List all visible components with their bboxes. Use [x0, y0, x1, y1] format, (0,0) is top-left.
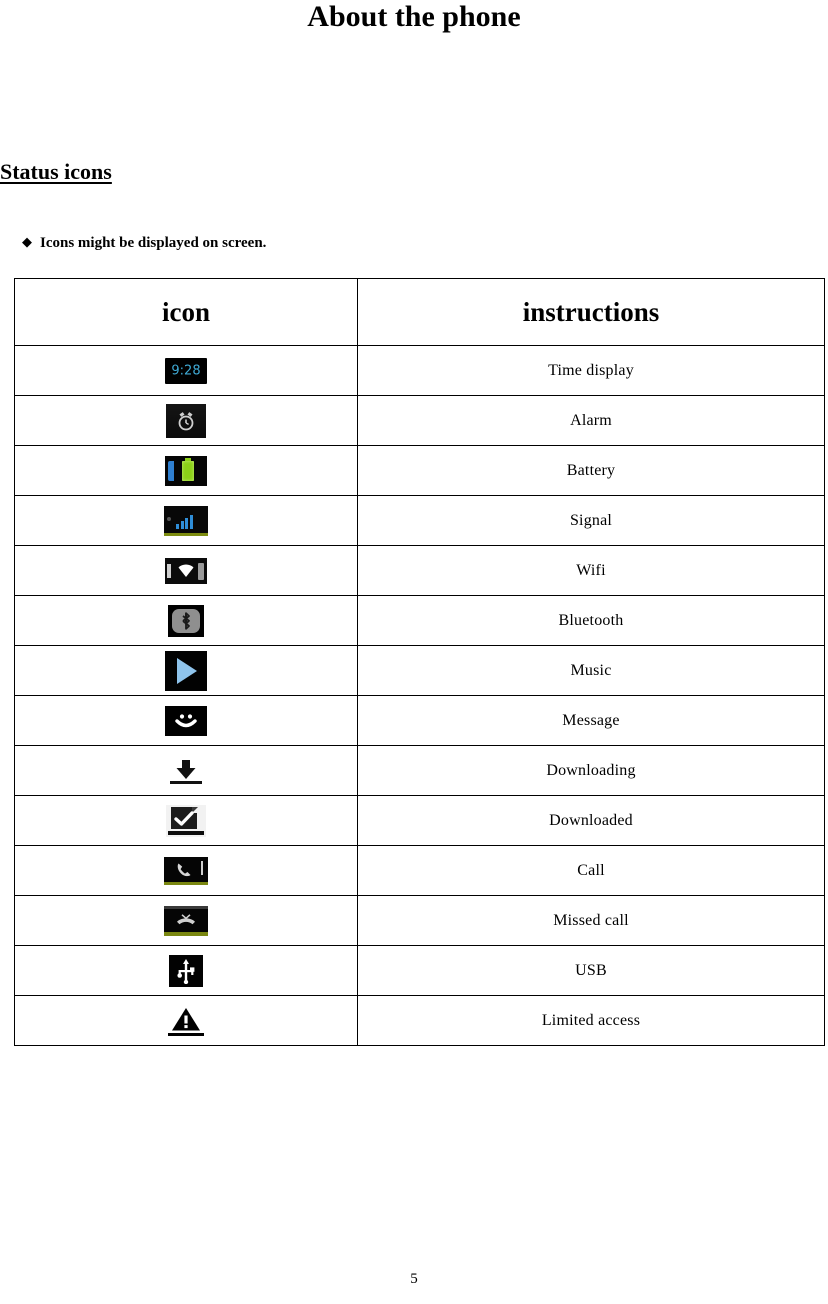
icon-cell — [14, 495, 358, 546]
usb-icon — [169, 954, 203, 987]
battery-side-marker — [168, 460, 174, 481]
icon-cell — [14, 595, 358, 646]
signal-bar-4 — [189, 514, 193, 529]
instruction-cell: Music — [357, 645, 825, 696]
instruction-cell: Call — [357, 845, 825, 896]
downloading-baseline — [170, 780, 202, 784]
bluetooth-icon — [168, 604, 204, 637]
column-header-icon: icon — [14, 278, 358, 346]
signal-bar-2 — [180, 520, 184, 529]
icon-cell — [14, 695, 358, 746]
music-play-icon — [165, 650, 207, 691]
wifi-right-marker — [198, 562, 204, 580]
instruction-cell: Limited access — [357, 995, 825, 1046]
signal-dot — [167, 516, 171, 521]
battery-level — [182, 460, 194, 481]
icon-cell — [14, 945, 358, 996]
wifi-left-marker — [167, 563, 171, 578]
downloaded-baseline — [168, 830, 204, 835]
time-display-icon: 9:28 — [165, 357, 207, 384]
downloaded-check-icon — [166, 804, 206, 837]
table-row: Music — [14, 645, 825, 696]
document-page: About the phone Status icons ◆ Icons migh… — [0, 0, 828, 1304]
instruction-cell: Bluetooth — [357, 595, 825, 646]
icon-cell: 9:28 — [14, 345, 358, 396]
table-row: Message — [14, 695, 825, 746]
instruction-cell: Battery — [357, 445, 825, 496]
table-row: Battery — [14, 445, 825, 496]
bullet-note-text: Icons might be displayed on screen. — [40, 235, 267, 251]
missed-call-status-strip — [164, 931, 208, 936]
icon-cell — [14, 745, 358, 796]
time-display-value: 9:28 — [171, 363, 201, 378]
downloading-arrow-icon — [167, 755, 205, 786]
section-heading-status-icons: Status icons — [0, 159, 112, 184]
icon-cell — [14, 395, 358, 446]
instruction-cell: Downloading — [357, 745, 825, 796]
table-header-row: icon instructions — [14, 278, 825, 346]
play-triangle — [177, 657, 197, 684]
table-row: Bluetooth — [14, 595, 825, 646]
signal-bars-icon — [164, 505, 208, 536]
call-handset-icon — [164, 856, 208, 885]
table-row: Alarm — [14, 395, 825, 446]
table-row: Limited access — [14, 995, 825, 1046]
signal-status-strip — [164, 532, 208, 536]
table-row: Missed call — [14, 895, 825, 946]
table-row: 9:28 Time display — [14, 345, 825, 396]
icon-cell — [14, 795, 358, 846]
instruction-cell: Time display — [357, 345, 825, 396]
wifi-icon — [165, 557, 207, 584]
bullet-note: ◆ Icons might be displayed on screen. — [22, 234, 267, 252]
table-header: icon instructions — [14, 278, 825, 346]
column-header-instructions: instructions — [357, 278, 825, 346]
signal-bar-group — [176, 514, 193, 529]
icon-cell — [14, 845, 358, 896]
instruction-cell: Message — [357, 695, 825, 746]
missed-call-topbar — [164, 905, 208, 909]
table-row: USB — [14, 945, 825, 996]
page-number: 5 — [410, 1271, 418, 1287]
icon-cell — [14, 445, 358, 496]
table-row: Wifi — [14, 545, 825, 596]
instruction-cell: Wifi — [357, 545, 825, 596]
table-body: 9:28 Time display Alarm Battery Signal W… — [14, 345, 825, 1046]
signal-bar-3 — [185, 517, 188, 529]
icon-cell — [14, 645, 358, 696]
signal-bar-1 — [176, 523, 179, 529]
warning-baseline — [168, 1032, 204, 1036]
diamond-bullet-icon: ◆ — [22, 234, 32, 249]
battery-icon — [165, 455, 207, 486]
page-title: About the phone — [307, 0, 521, 33]
icon-cell — [14, 545, 358, 596]
icon-cell — [14, 895, 358, 946]
warning-triangle-icon — [166, 1003, 206, 1038]
instruction-cell: Alarm — [357, 395, 825, 446]
call-status-strip — [164, 881, 208, 885]
call-edge-marker — [201, 860, 203, 875]
status-icons-table: icon instructions 9:28 Time display Alar… — [14, 278, 825, 1046]
missed-call-icon — [164, 905, 208, 936]
table-row: Downloading — [14, 745, 825, 796]
table-row: Signal — [14, 495, 825, 546]
icon-cell — [14, 995, 358, 1046]
instruction-cell: Downloaded — [357, 795, 825, 846]
alarm-clock-icon — [166, 403, 206, 438]
instruction-cell: USB — [357, 945, 825, 996]
instruction-cell: Missed call — [357, 895, 825, 946]
table-row: Call — [14, 845, 825, 896]
message-smiley-icon — [165, 705, 207, 736]
table-row: Downloaded — [14, 795, 825, 846]
instruction-cell: Signal — [357, 495, 825, 546]
